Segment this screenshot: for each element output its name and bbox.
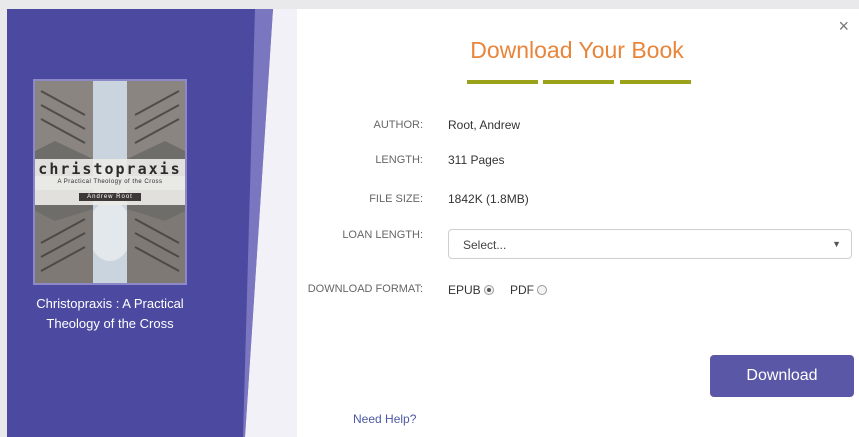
title-underline-segment	[543, 80, 614, 84]
author-value: Root, Andrew	[448, 118, 521, 132]
loan-length-label: LOAN LENGTH:	[342, 229, 423, 241]
chevron-down-icon: ▼	[832, 239, 841, 249]
cover-subtitle: A Practical Theology of the Cross	[57, 179, 163, 185]
dialog-title: Download Your Book	[470, 37, 684, 63]
pdf-radio[interactable]	[537, 285, 547, 295]
book-sidebar: christopraxis A Practical Theology of th…	[7, 9, 297, 437]
download-dialog: christopraxis A Practical Theology of th…	[7, 9, 859, 437]
loan-length-selected-value: Select...	[463, 238, 507, 252]
format-option-epub[interactable]: EPUB	[448, 283, 494, 297]
length-label: LENGTH:	[375, 154, 423, 166]
loan-length-select[interactable]: Select... ▼	[448, 229, 852, 259]
length-value: 311 Pages	[448, 153, 505, 167]
download-format-label: DOWNLOAD FORMAT:	[307, 283, 423, 295]
format-option-label: PDF	[510, 283, 534, 297]
author-label: AUTHOR:	[373, 119, 424, 131]
file-size-value: 1842K (1.8MB)	[448, 192, 529, 206]
epub-radio[interactable]	[483, 285, 494, 295]
title-underline-segment	[620, 80, 691, 84]
cover-author: Andrew Root	[79, 193, 141, 201]
format-option-pdf[interactable]: PDF	[510, 283, 547, 297]
book-cover: christopraxis A Practical Theology of th…	[33, 79, 187, 285]
book-title: Christopraxis : A Practical Theology of …	[36, 296, 184, 331]
close-icon[interactable]: ×	[838, 17, 849, 35]
format-option-label: EPUB	[448, 283, 481, 297]
need-help-link[interactable]: Need Help?	[353, 412, 416, 426]
file-size-label: FILE SIZE:	[369, 193, 423, 205]
title-underline-segment	[467, 80, 538, 84]
download-button[interactable]: Download	[710, 355, 854, 397]
